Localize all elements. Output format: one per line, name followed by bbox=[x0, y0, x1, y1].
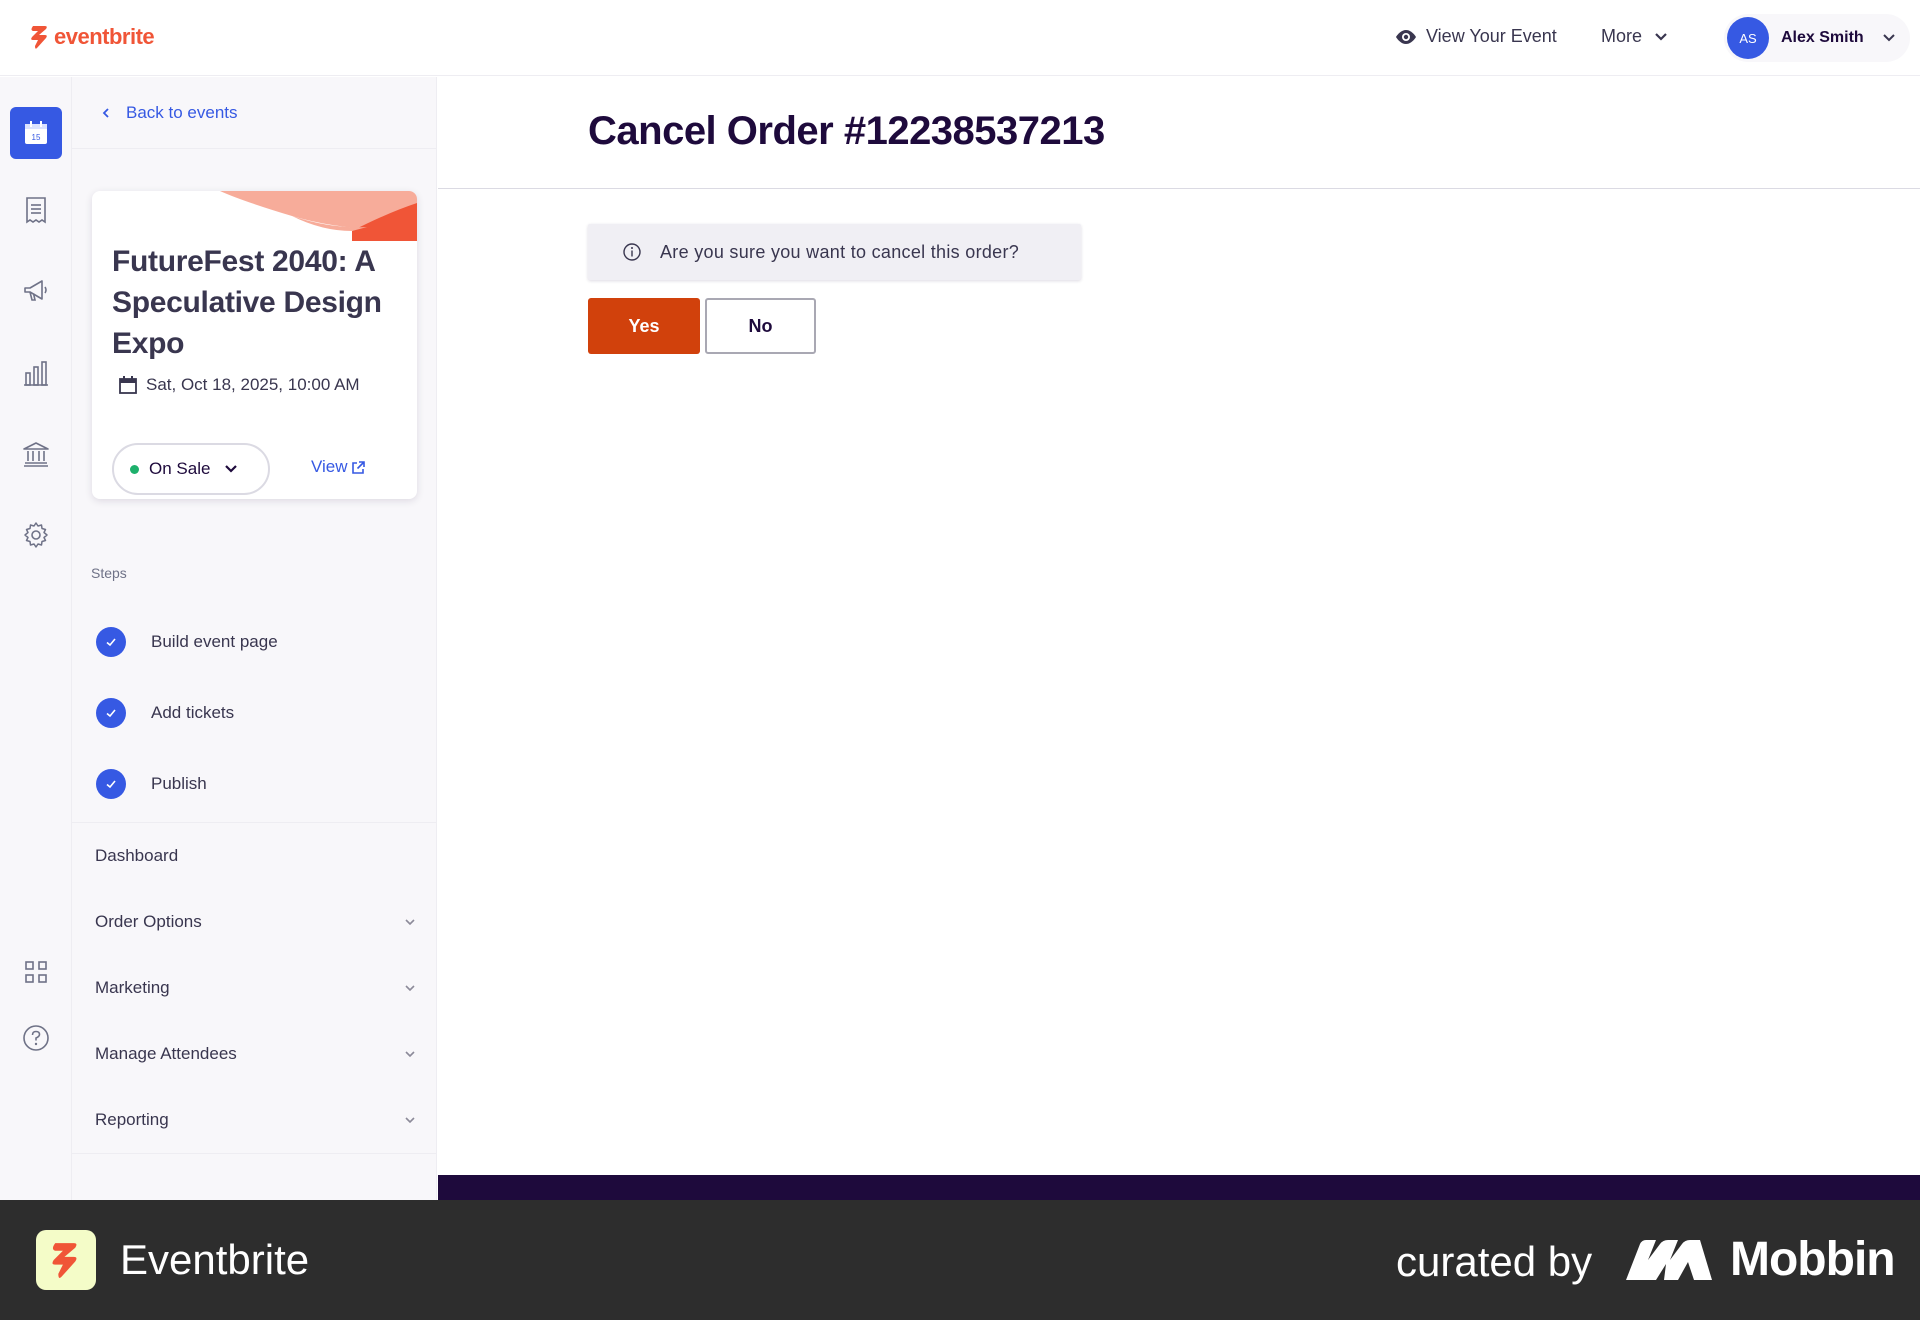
event-card: FutureFest 2040: A Speculative Design Ex… bbox=[92, 191, 417, 499]
event-date: Sat, Oct 18, 2025, 10:00 AM bbox=[118, 375, 360, 395]
chevron-down-icon bbox=[405, 919, 415, 926]
step-build-event-page[interactable]: Build event page bbox=[96, 627, 278, 657]
chart-icon bbox=[24, 361, 48, 386]
help-icon bbox=[23, 1025, 49, 1051]
event-side-panel: Back to events FutureFest 2040: A Specul… bbox=[72, 77, 437, 1200]
account-menu-button[interactable]: AS Alex Smith bbox=[1724, 14, 1910, 62]
apps-grid-icon bbox=[25, 961, 47, 983]
confirm-message: Are you sure you want to cancel this ord… bbox=[660, 241, 1020, 262]
rail-help-button[interactable] bbox=[10, 1012, 62, 1064]
eventbrite-app-icon bbox=[36, 1230, 96, 1290]
nav-item-marketing[interactable]: Marketing bbox=[95, 968, 417, 1008]
event-title[interactable]: FutureFest 2040: A Speculative Design Ex… bbox=[112, 241, 402, 364]
nav-item-reporting[interactable]: Reporting bbox=[95, 1100, 417, 1140]
more-menu-label: More bbox=[1601, 26, 1643, 46]
event-date-text: Sat, Oct 18, 2025, 10:00 AM bbox=[146, 375, 360, 394]
calendar-day: 15 bbox=[32, 133, 41, 142]
chevron-down-icon bbox=[405, 1051, 415, 1058]
step-label: Publish bbox=[151, 774, 207, 793]
chevron-down-icon bbox=[1655, 32, 1667, 41]
gear-icon bbox=[24, 522, 48, 548]
view-event-link[interactable]: View bbox=[311, 457, 366, 477]
divider bbox=[72, 1153, 437, 1154]
view-event-label: View bbox=[311, 457, 348, 476]
nav-item-manage-attendees[interactable]: Manage Attendees bbox=[95, 1034, 417, 1074]
event-card-art bbox=[220, 191, 417, 241]
back-to-events-link[interactable]: Back to events bbox=[102, 103, 238, 123]
steps-heading: Steps bbox=[91, 565, 127, 581]
megaphone-icon bbox=[24, 280, 47, 301]
divider bbox=[72, 822, 437, 823]
more-menu-button[interactable]: More bbox=[1601, 26, 1668, 47]
cancel-confirmation-notice: Are you sure you want to cancel this ord… bbox=[588, 224, 1081, 280]
rail-marketing-button[interactable] bbox=[10, 265, 62, 317]
mobbin-logo-icon bbox=[1626, 1240, 1712, 1280]
mobbin-wordmark: Mobbin bbox=[1730, 1233, 1896, 1286]
user-name: Alex Smith bbox=[1781, 29, 1864, 46]
back-row: Back to events bbox=[72, 77, 437, 149]
nav-item-dashboard[interactable]: Dashboard bbox=[95, 836, 417, 876]
nav-item-label: Order Options bbox=[95, 912, 202, 931]
top-bar: eventbrite View Your Event More AS Alex … bbox=[0, 0, 1920, 76]
check-icon bbox=[96, 627, 126, 657]
rail-events-button[interactable]: 15 bbox=[10, 107, 62, 159]
eventbrite-logo[interactable]: eventbrite bbox=[30, 24, 155, 50]
calendar-small-icon bbox=[119, 376, 137, 394]
footer-band bbox=[438, 1175, 1920, 1200]
check-icon bbox=[96, 769, 126, 799]
app-name: Eventbrite bbox=[120, 1236, 310, 1283]
nav-item-order-options[interactable]: Order Options bbox=[95, 902, 417, 942]
rail-reports-button[interactable] bbox=[10, 347, 62, 399]
rail-finance-button[interactable] bbox=[10, 428, 62, 480]
event-status-dropdown[interactable]: On Sale bbox=[112, 443, 270, 495]
orders-icon bbox=[26, 197, 46, 224]
page-header: Cancel Order #12238537213 bbox=[438, 77, 1920, 189]
nav-item-label: Manage Attendees bbox=[95, 1044, 237, 1063]
eye-icon bbox=[1396, 29, 1416, 44]
chevron-down-icon bbox=[1882, 34, 1895, 42]
check-icon bbox=[96, 698, 126, 728]
step-label: Add tickets bbox=[151, 703, 235, 722]
no-button[interactable]: No bbox=[705, 298, 816, 354]
credit-bar: Eventbrite curated by Mobbin bbox=[0, 1200, 1920, 1320]
rail-settings-button[interactable] bbox=[10, 509, 62, 561]
rail-orders-button[interactable] bbox=[10, 184, 62, 236]
rail-apps-button[interactable] bbox=[10, 946, 62, 998]
event-status-label: On Sale bbox=[149, 459, 211, 478]
step-add-tickets[interactable]: Add tickets bbox=[96, 698, 234, 728]
back-to-events-label: Back to events bbox=[126, 102, 238, 122]
icon-rail: 15 bbox=[0, 77, 72, 1200]
curated-by-label: curated by bbox=[1396, 1238, 1593, 1285]
external-link-icon bbox=[351, 460, 365, 474]
yes-button[interactable]: Yes bbox=[588, 298, 700, 354]
chevron-left-icon bbox=[102, 107, 109, 118]
eventbrite-logo-text: eventbrite bbox=[54, 24, 155, 49]
chevron-down-icon bbox=[225, 465, 238, 473]
view-your-event-label: View Your Event bbox=[1426, 26, 1557, 46]
step-publish[interactable]: Publish bbox=[96, 769, 207, 799]
page-title: Cancel Order #12238537213 bbox=[588, 109, 1105, 153]
chevron-down-icon bbox=[405, 1117, 415, 1124]
eventbrite-logo-mark bbox=[31, 26, 47, 49]
nav-item-label: Reporting bbox=[95, 1110, 169, 1129]
calendar-icon: 15 bbox=[25, 121, 47, 144]
nav-item-label: Marketing bbox=[95, 978, 170, 997]
bank-icon bbox=[23, 442, 49, 467]
nav-item-label: Dashboard bbox=[95, 846, 179, 865]
chevron-down-icon bbox=[405, 985, 415, 992]
avatar: AS bbox=[1727, 17, 1769, 59]
status-dot bbox=[130, 464, 139, 474]
step-label: Build event page bbox=[151, 632, 278, 651]
info-icon bbox=[623, 243, 641, 261]
view-your-event-link[interactable]: View Your Event bbox=[1394, 26, 1557, 47]
